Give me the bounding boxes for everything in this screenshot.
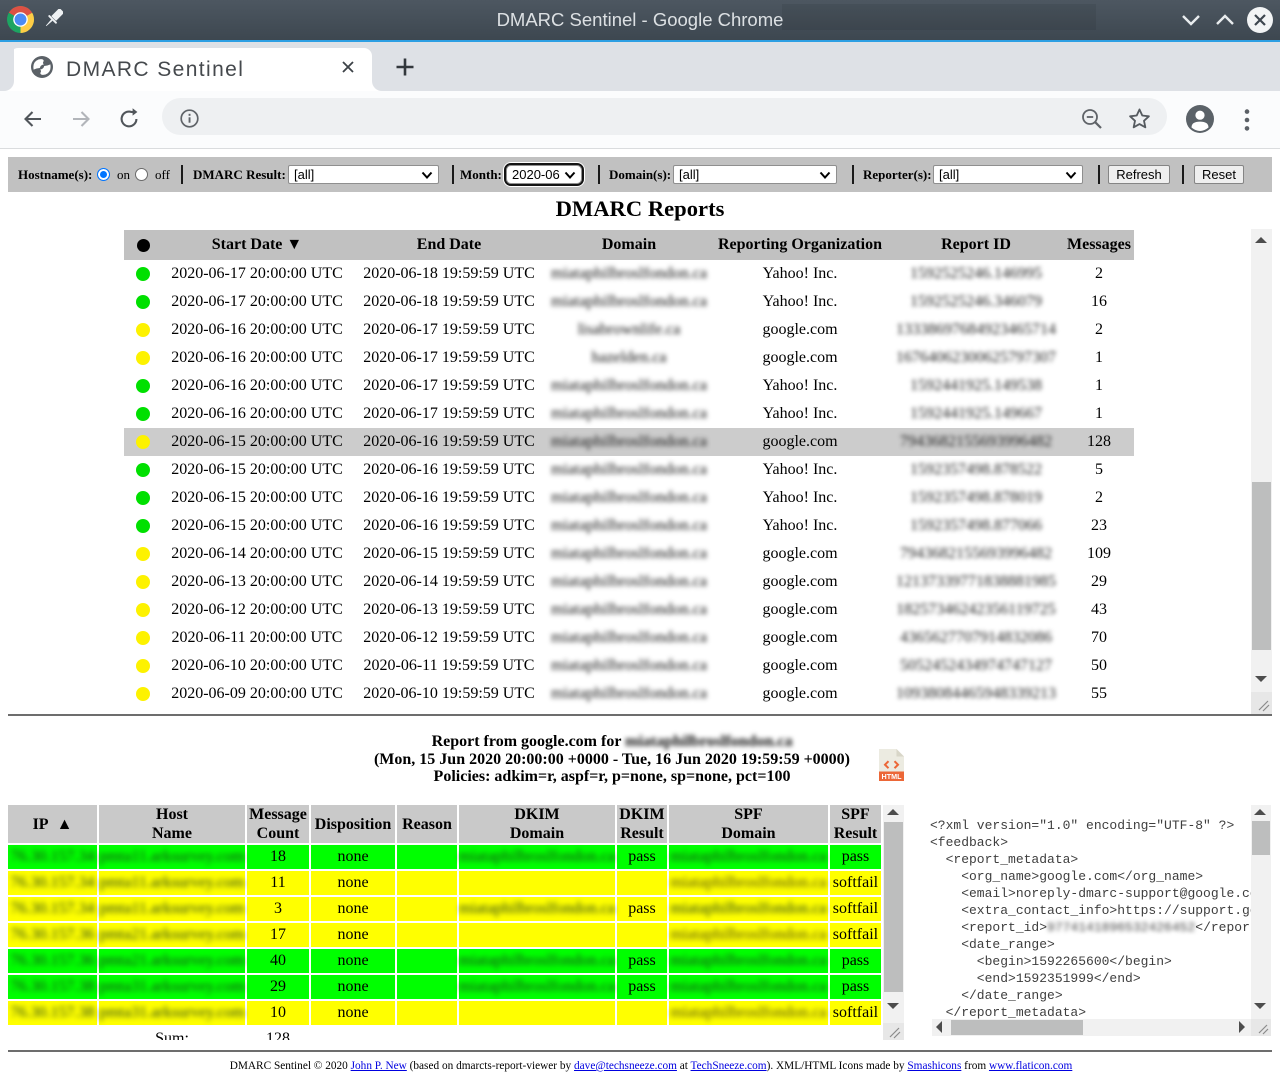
- svg-text:HTML: HTML: [882, 772, 903, 781]
